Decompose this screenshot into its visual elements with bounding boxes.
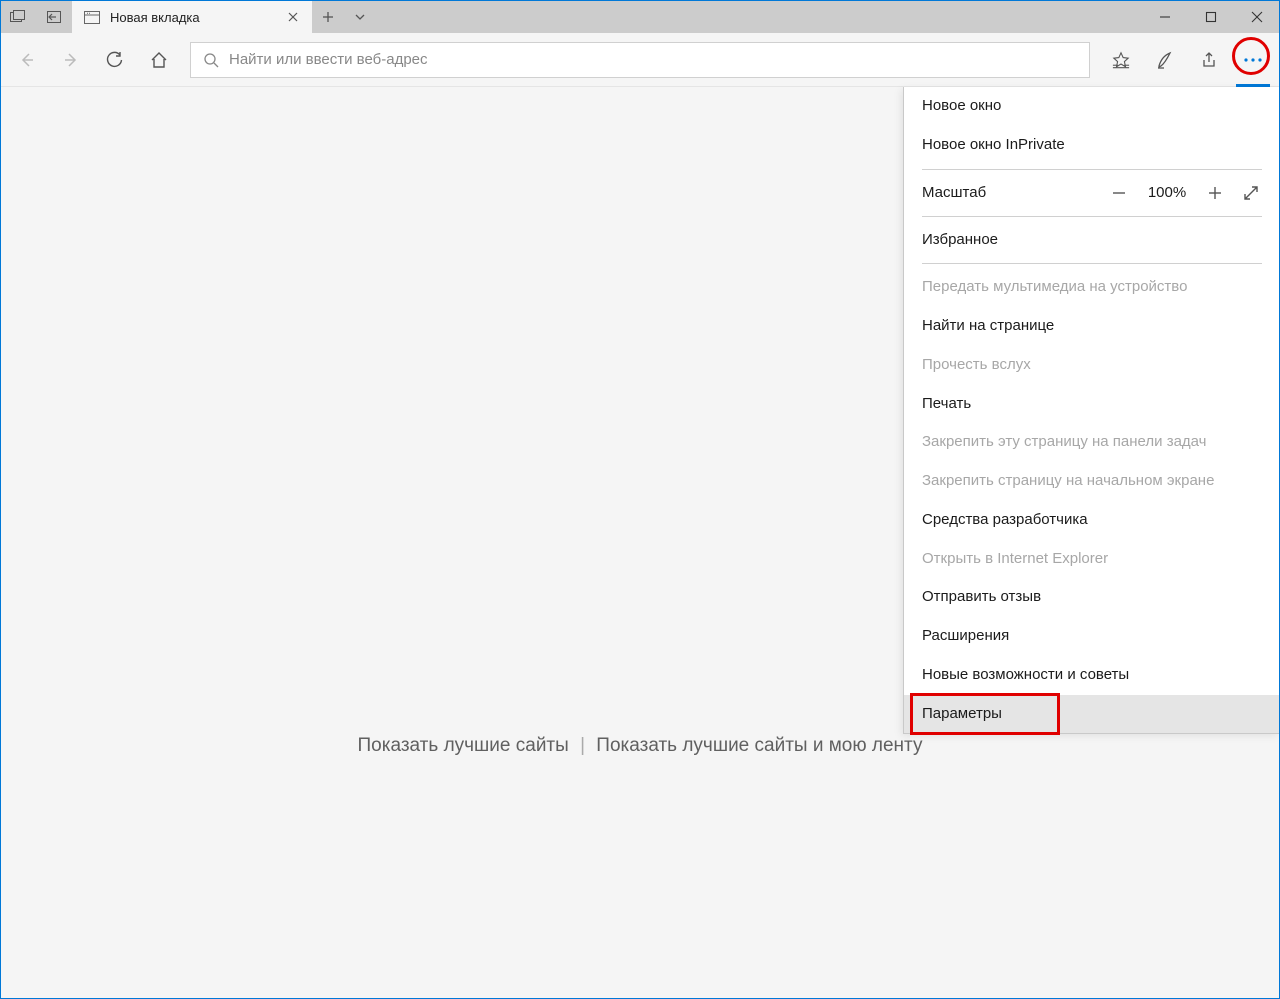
zoom-out-button[interactable] [1108,182,1130,204]
more-button[interactable] [1232,40,1274,80]
separator: | [580,735,585,756]
menu-open-ie[interactable]: Открыть в Internet Explorer [904,540,1280,579]
menu-separator [922,263,1262,264]
share-button[interactable] [1188,40,1230,80]
favorites-button[interactable] [1100,40,1142,80]
maximize-button[interactable] [1188,0,1234,33]
menu-pin-taskbar[interactable]: Закрепить эту страницу на панели задач [904,423,1280,462]
new-tab-button[interactable] [312,0,344,33]
menu-find[interactable]: Найти на странице [904,307,1280,346]
menu-new-inprivate[interactable]: Новое окно InPrivate [904,126,1280,165]
menu-devtools[interactable]: Средства разработчика [904,501,1280,540]
zoom-label: Масштаб [922,184,1094,201]
home-button[interactable] [138,40,180,80]
forward-button[interactable] [50,40,92,80]
address-bar[interactable] [190,42,1090,78]
tab-icon [84,11,100,24]
tab-title: Новая вкладка [110,10,274,25]
refresh-button[interactable] [94,40,136,80]
search-icon [203,52,219,68]
notes-button[interactable] [1144,40,1186,80]
browser-tab[interactable]: Новая вкладка [72,0,312,33]
menu-settings[interactable]: Параметры [904,695,1280,734]
menu-extensions[interactable]: Расширения [904,617,1280,656]
tab-close-icon[interactable] [284,8,302,26]
menu-cast[interactable]: Передать мультимедиа на устройство [904,268,1280,307]
more-menu: Новое окно Новое окно InPrivate Масштаб … [903,87,1280,734]
back-button[interactable] [6,40,48,80]
menu-favorites[interactable]: Избранное [904,221,1280,260]
tab-menu-chevron-icon[interactable] [344,0,376,33]
close-window-button[interactable] [1234,0,1280,33]
toolbar [0,33,1280,87]
menu-read-aloud[interactable]: Прочесть вслух [904,346,1280,385]
menu-new-window[interactable]: Новое окно [904,87,1280,126]
show-top-sites-feed-link[interactable]: Показать лучшие сайты и мою ленту [596,735,922,756]
set-aside-tabs-icon[interactable] [36,0,72,33]
show-top-sites-link[interactable]: Показать лучшие сайты [358,735,569,756]
zoom-in-button[interactable] [1204,182,1226,204]
menu-separator [922,169,1262,170]
tab-preview-icon[interactable] [0,0,36,33]
address-input[interactable] [229,51,1077,68]
menu-whatsnew[interactable]: Новые возможности и советы [904,656,1280,695]
zoom-value: 100% [1144,184,1190,201]
window-controls [1142,0,1280,33]
minimize-button[interactable] [1142,0,1188,33]
menu-print[interactable]: Печать [904,385,1280,424]
menu-pin-start[interactable]: Закрепить страницу на начальном экране [904,462,1280,501]
menu-separator [922,216,1262,217]
titlebar: Новая вкладка [0,0,1280,33]
page-content: Показать лучшие сайты | Показать лучшие … [0,87,1280,999]
menu-zoom-row: Масштаб 100% [904,174,1280,212]
menu-feedback[interactable]: Отправить отзыв [904,578,1280,617]
fullscreen-button[interactable] [1240,182,1262,204]
newtab-links: Показать лучшие сайты | Показать лучшие … [0,735,1280,757]
